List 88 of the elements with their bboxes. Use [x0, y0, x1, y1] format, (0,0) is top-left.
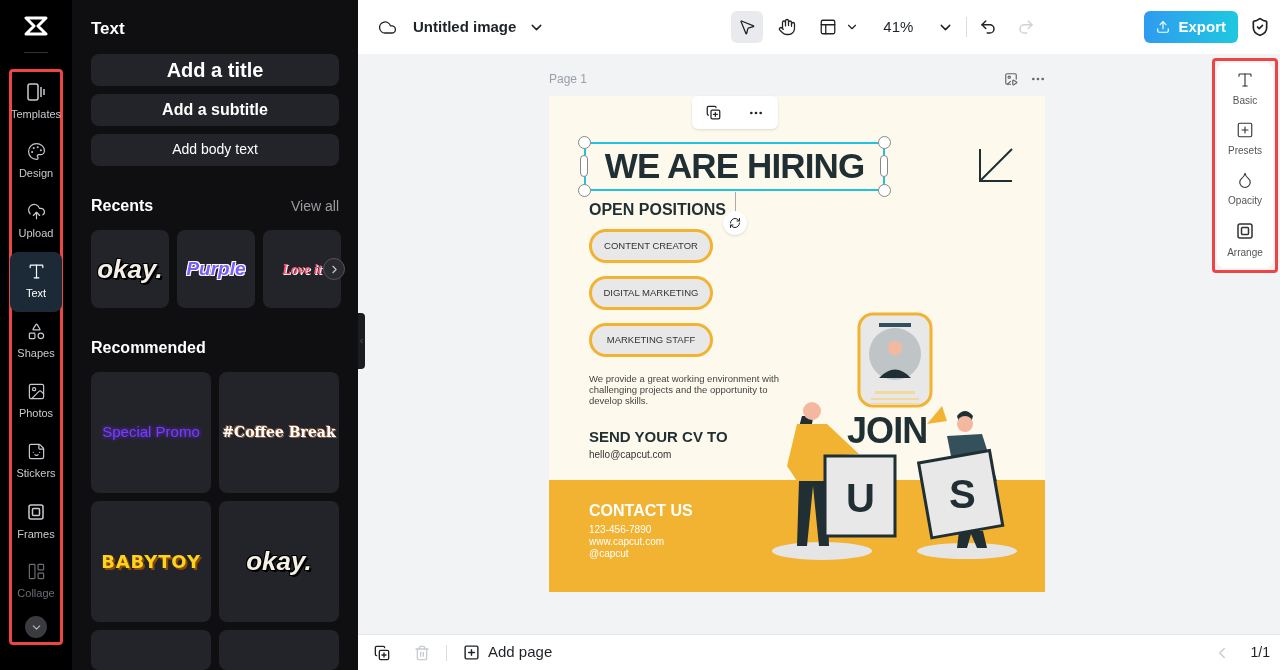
contact-text: 123-456-7890 [589, 524, 653, 536]
add-page-icon [463, 644, 480, 661]
rail-item[interactable]: Frames [10, 492, 62, 552]
palette-icon [26, 142, 46, 162]
poster-title: WE ARE HIRING [604, 145, 865, 188]
chevron-left-icon [358, 337, 365, 345]
rail-item[interactable]: Shapes [10, 312, 62, 372]
letter-text: U [846, 475, 875, 522]
join-text: JOIN [847, 409, 928, 453]
frame-icon [26, 501, 46, 522]
position-pill: DIGITAL MARKETING [589, 276, 713, 310]
image-icon[interactable] [1004, 72, 1018, 86]
duplicate-icon[interactable] [374, 644, 390, 661]
text-style-tile[interactable]: okay. [219, 501, 339, 622]
text-style-tile[interactable]: okay. [91, 230, 169, 308]
text-style-tile[interactable]: BABYTOY [91, 501, 211, 622]
position-pill: CONTENT CREATOR [589, 229, 713, 263]
panel-title: Text [91, 18, 126, 40]
logo-icon [24, 16, 48, 36]
frame-icon [1235, 221, 1255, 241]
text-style-sample: #Coffee Break [222, 423, 336, 442]
position-pill: MARKETING STAFF [589, 323, 713, 357]
text-style-tile[interactable]: Purple [177, 230, 255, 308]
shapes-icon [26, 322, 46, 342]
text-style-sample: Special Promo [102, 422, 200, 443]
section-heading: Recents [91, 196, 154, 216]
shield-icon[interactable] [1250, 17, 1270, 37]
rail-item[interactable]: Design [10, 132, 62, 192]
zoom-level[interactable]: 41% [883, 15, 914, 39]
section-heading: CONTACT US [589, 501, 693, 521]
layout-icon [26, 562, 46, 582]
letter-text: S [949, 471, 976, 518]
description-text: We provide a great working environment with challenging projects and the opportunity to develop skills. [589, 373, 780, 406]
text-icon [1236, 71, 1254, 89]
arrow-icon [979, 148, 1013, 182]
section-heading: SEND YOUR CV TO [589, 427, 728, 447]
document-title[interactable]: Untitled image [413, 15, 517, 39]
contact-text: @capcut [589, 548, 630, 560]
email-text: hello@capcut.com [589, 448, 672, 462]
hand-icon [778, 18, 797, 36]
image-icon [26, 382, 46, 402]
add-text-button[interactable]: Add a subtitle [91, 93, 339, 126]
rail-item[interactable]: Text [10, 252, 62, 312]
panels-icon [26, 81, 46, 102]
cloud-upload-icon [26, 202, 46, 222]
collapse-handle[interactable] [358, 313, 365, 369]
rail-item[interactable]: Photos [10, 372, 62, 432]
contact-text: www.capcut.com [589, 536, 665, 548]
rail-item[interactable]: Stickers [10, 432, 62, 492]
property-button[interactable]: Opacity [1228, 171, 1262, 208]
text-style-sample: Love it [282, 260, 322, 279]
pointer-tool[interactable] [731, 11, 764, 43]
rail-item[interactable]: Collage [10, 552, 62, 612]
text-style-sample: BABYTOY [101, 550, 201, 574]
text-style-tile[interactable] [219, 630, 339, 670]
rail-item[interactable]: Upload [10, 192, 62, 252]
pointer-icon [738, 18, 757, 36]
square-icon [1236, 121, 1254, 139]
text-style-sample: Purple [186, 256, 246, 281]
undo-icon[interactable] [979, 18, 998, 36]
add-page-button[interactable]: Add page [463, 641, 553, 664]
text-style-tile[interactable]: Love it [263, 230, 341, 308]
layout-icon[interactable] [819, 18, 838, 36]
text-style-tile[interactable] [91, 630, 211, 670]
resize-handle[interactable] [880, 155, 888, 177]
droplet-icon [1236, 171, 1254, 189]
resize-handle[interactable] [578, 184, 591, 197]
section-heading: OPEN POSITIONS [589, 200, 726, 220]
upload-icon [1156, 20, 1171, 34]
property-button[interactable]: Arrange [1227, 221, 1263, 260]
page-label: Page 1 [549, 71, 588, 88]
section-heading: Recommended [91, 338, 207, 358]
add-text-button[interactable]: Add a title [91, 53, 339, 86]
text-style-sample: okay. [97, 252, 163, 286]
text-style-sample: okay. [246, 545, 312, 578]
text-style-tile[interactable]: #Coffee Break [219, 372, 339, 493]
property-button[interactable]: Presets [1228, 121, 1262, 158]
page-counter: 1/1 [1250, 643, 1270, 662]
resize-handle[interactable] [878, 184, 891, 197]
sticker-icon [26, 442, 46, 462]
resize-handle[interactable] [580, 155, 588, 177]
duplicate-icon[interactable] [705, 105, 721, 120]
more-button[interactable] [25, 616, 47, 638]
property-button[interactable]: Basic [1232, 71, 1258, 108]
add-text-button[interactable]: Add body text [91, 133, 339, 166]
view-all-link[interactable]: View all [291, 195, 339, 217]
resize-handle[interactable] [878, 136, 891, 149]
resize-handle[interactable] [578, 136, 591, 149]
